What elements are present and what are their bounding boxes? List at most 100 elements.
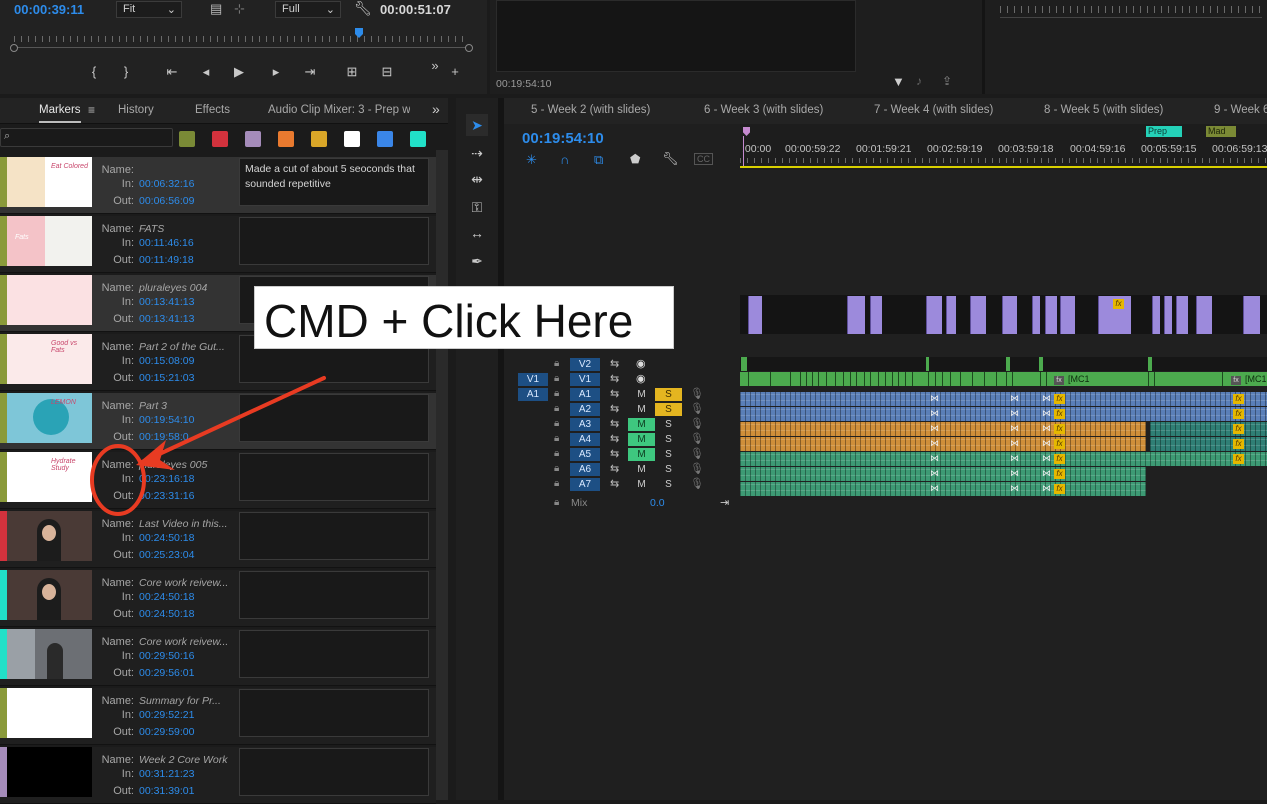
marker-row[interactable]: Eat Colored Name: In: Out: 00:06:32:16 00:06:…: [0, 157, 436, 214]
audio-clip-band[interactable]: [740, 437, 1146, 451]
mark-out-icon[interactable]: }: [116, 64, 136, 79]
clip-edit-point[interactable]: [748, 372, 749, 386]
export-frame-icon[interactable]: ⇪: [942, 74, 952, 88]
audio-clip-band[interactable]: [1150, 422, 1267, 436]
lock-icon[interactable]: 🔒︎: [554, 418, 559, 429]
solo-button[interactable]: S: [655, 448, 682, 461]
audio-output-icon[interactable]: ♪: [916, 74, 922, 88]
v1-clip-band[interactable]: [740, 372, 1267, 386]
clip-edit-point[interactable]: [950, 372, 951, 386]
mute-button[interactable]: M: [628, 433, 655, 446]
nest-icon[interactable]: ✳: [526, 152, 537, 168]
marker-in-timecode[interactable]: 00:29:52:21: [139, 709, 194, 721]
source-zoom-dropdown[interactable]: Fit ⌄: [116, 1, 182, 18]
marker-in-timecode[interactable]: 00:06:32:16: [139, 178, 194, 190]
video-clip[interactable]: [748, 296, 762, 334]
tab-sequence-week5[interactable]: 8 - Week 5 (with slides): [1044, 104, 1163, 116]
transition-icon[interactable]: ⋈: [930, 393, 939, 404]
video-clip[interactable]: [1060, 296, 1075, 334]
marker-in-timecode[interactable]: 00:15:08:09: [139, 355, 194, 367]
marker-in-timecode[interactable]: 00:31:21:23: [139, 768, 194, 780]
clip-edit-point[interactable]: [790, 372, 791, 386]
filter-icon[interactable]: ▼: [892, 74, 905, 89]
marker-thumbnail[interactable]: Fats: [7, 216, 92, 266]
transition-icon[interactable]: ⋈: [1042, 423, 1051, 434]
clip-edit-point[interactable]: [818, 372, 819, 386]
sync-lock-icon[interactable]: ⇆: [610, 477, 619, 490]
transition-icon[interactable]: ⋈: [1010, 438, 1019, 449]
source-patch-v1[interactable]: V1: [518, 373, 548, 386]
audio-clip-band[interactable]: [1150, 437, 1267, 451]
lock-icon[interactable]: 🔒︎: [554, 388, 559, 399]
clip-edit-point[interactable]: [1046, 372, 1047, 386]
transition-icon[interactable]: ⋈: [1010, 393, 1019, 404]
track-target-a1[interactable]: A1: [570, 388, 600, 401]
insert-icon[interactable]: ⊞: [342, 64, 362, 80]
mute-button[interactable]: M: [628, 418, 655, 431]
v2-clip[interactable]: [1039, 357, 1043, 371]
transition-icon[interactable]: ⋈: [930, 423, 939, 434]
marker-name-value[interactable]: pluraleyes 004: [139, 282, 207, 294]
track-target-a3[interactable]: A3: [570, 418, 600, 431]
film-icon[interactable]: ▤: [210, 1, 222, 17]
track-select-tool-icon[interactable]: ⇢: [466, 142, 488, 164]
clip-edit-point[interactable]: [856, 372, 857, 386]
marker-row[interactable]: Fats Name: In: Out: FATS 00:11:46:16 00:11:49:…: [0, 216, 436, 273]
video-clip[interactable]: [946, 296, 956, 334]
clip-edit-point[interactable]: [1040, 372, 1041, 386]
mute-button[interactable]: M: [628, 478, 655, 491]
transition-icon[interactable]: ⋈: [930, 408, 939, 419]
scrub-handle-left[interactable]: [10, 44, 18, 52]
pen-tool-icon[interactable]: ✒: [466, 250, 488, 272]
transition-icon[interactable]: ⋈: [930, 438, 939, 449]
transition-icon[interactable]: ⋈: [930, 483, 939, 494]
solo-button[interactable]: S: [655, 388, 682, 401]
marker-search-input[interactable]: ⌕: [0, 128, 173, 147]
selection-tool-icon[interactable]: ➤: [466, 114, 488, 136]
audio-clip-band[interactable]: [740, 452, 1267, 466]
source-quality-dropdown[interactable]: Full ⌄: [275, 1, 341, 18]
slip-tool-icon[interactable]: ↔: [466, 222, 488, 244]
transition-icon[interactable]: ⋈: [1042, 483, 1051, 494]
clip-edit-point[interactable]: [770, 372, 771, 386]
marker-out-timecode[interactable]: 00:29:56:01: [139, 667, 194, 679]
clip-edit-point[interactable]: [1154, 372, 1155, 386]
video-clip[interactable]: [847, 296, 865, 334]
marker-thumbnail[interactable]: Eat Colored: [7, 157, 92, 207]
timeline-playhead-marker[interactable]: [743, 127, 750, 136]
video-clip[interactable]: [926, 296, 942, 334]
video-clip[interactable]: [1164, 296, 1172, 334]
eye-icon[interactable]: ◉: [636, 357, 646, 370]
lock-icon[interactable]: 🔒︎: [554, 373, 559, 384]
marker-out-timecode[interactable]: 00:11:49:18: [139, 254, 194, 266]
lock-icon[interactable]: 🔒︎: [554, 433, 559, 444]
clip-edit-point[interactable]: [885, 372, 886, 386]
marker-in-timecode[interactable]: 00:29:50:16: [139, 650, 194, 662]
transition-icon[interactable]: ⋈: [1010, 483, 1019, 494]
more-tabs-icon[interactable]: »: [432, 101, 440, 117]
track-target-a5[interactable]: A5: [570, 448, 600, 461]
video-clip[interactable]: [1176, 296, 1188, 334]
transition-icon[interactable]: ⋈: [930, 468, 939, 479]
mute-button[interactable]: M: [628, 388, 655, 401]
timeline-ruler[interactable]: :00:00 00:00:59:22 00:01:59:21 00:02:59:19 0…: [740, 124, 1267, 170]
eye-icon[interactable]: ◉: [636, 372, 646, 385]
overwrite-icon[interactable]: ⊟: [377, 64, 397, 80]
more-controls-icon[interactable]: »: [425, 58, 445, 73]
ripple-edit-tool-icon[interactable]: ⇹: [466, 168, 488, 190]
marker-list-scrollbar[interactable]: [436, 150, 448, 800]
go-to-end-icon[interactable]: ⇥: [720, 496, 729, 509]
transition-icon[interactable]: ⋈: [1010, 423, 1019, 434]
voiceover-record-icon[interactable]: 🎙︎: [690, 462, 704, 475]
marker-out-timecode[interactable]: 00:25:23:04: [139, 549, 194, 561]
marker-out-timecode[interactable]: 00:24:50:18: [139, 608, 194, 620]
tab-sequence-week2[interactable]: 5 - Week 2 (with slides): [531, 104, 650, 116]
solo-button[interactable]: S: [655, 418, 682, 431]
step-forward-icon[interactable]: ▸: [266, 64, 286, 80]
color-filter-swatch[interactable]: [212, 131, 228, 147]
safe-margins-icon[interactable]: ⊹: [234, 1, 245, 17]
color-filter-swatch[interactable]: [344, 131, 360, 147]
marker-row[interactable]: Name: In: Out: Core work reivew... 00:24:50:…: [0, 570, 436, 627]
captions-icon[interactable]: CC: [694, 153, 713, 165]
sync-lock-icon[interactable]: ⇆: [610, 357, 619, 370]
